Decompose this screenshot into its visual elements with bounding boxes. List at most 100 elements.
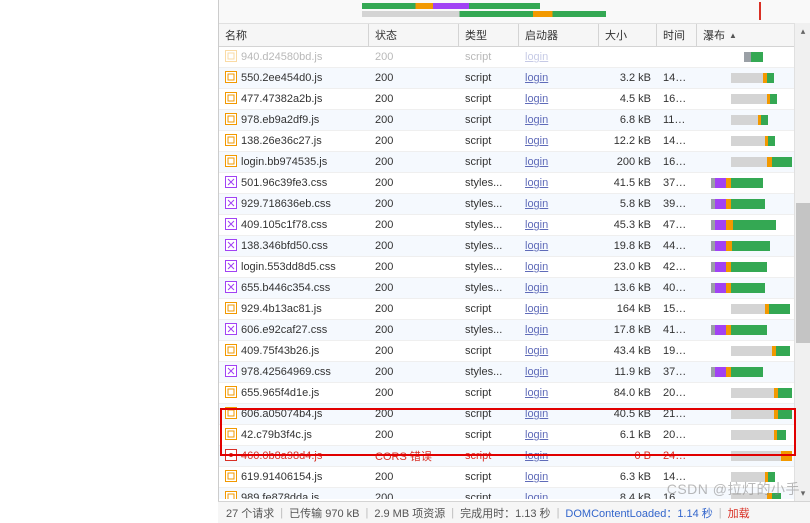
cell-name: 409.75f43b26.js: [219, 344, 369, 359]
table-row[interactable]: 409.75f43b26.js 200 script login 43.4 kB…: [219, 341, 810, 362]
table-row[interactable]: 655.b446c354.css 200 styles... login 13.…: [219, 278, 810, 299]
header-size[interactable]: 大小: [599, 24, 657, 46]
cell-status: 200: [369, 345, 459, 357]
table-row[interactable]: 550.2ee454d0.js 200 script login 3.2 kB …: [219, 68, 810, 89]
status-transferred: 已传输 970 kB: [289, 505, 359, 521]
cell-status: 200: [369, 324, 459, 336]
table-row[interactable]: 989.fe878dda.js 200 script login 8.4 kB …: [219, 488, 810, 499]
stylesheet-icon: [225, 281, 237, 296]
header-time[interactable]: 时间: [657, 24, 697, 46]
cell-size: 4.5 kB: [599, 93, 657, 105]
cell-initiator[interactable]: login: [519, 114, 599, 126]
table-row[interactable]: 138.346bfd50.css 200 styles... login 19.…: [219, 236, 810, 257]
cell-type: styles...: [459, 219, 519, 231]
table-row[interactable]: 501.96c39fe3.css 200 styles... login 41.…: [219, 173, 810, 194]
table-row[interactable]: 929.718636eb.css 200 styles... login 5.8…: [219, 194, 810, 215]
header-name[interactable]: 名称: [219, 24, 369, 46]
table-row[interactable]: login.bb974535.js 200 script login 200 k…: [219, 152, 810, 173]
cell-initiator[interactable]: login: [519, 261, 599, 273]
cell-initiator[interactable]: login: [519, 93, 599, 105]
cell-name: 619.91406154.js: [219, 470, 369, 485]
cell-initiator[interactable]: login: [519, 387, 599, 399]
header-type[interactable]: 类型: [459, 24, 519, 46]
file-name: 929.4b13ac81.js: [241, 303, 322, 315]
cell-time: 379 ...: [657, 177, 697, 189]
cell-type: styles...: [459, 177, 519, 189]
cell-size: 84.0 kB: [599, 387, 657, 399]
cell-initiator[interactable]: login: [519, 366, 599, 378]
table-row[interactable]: 655.965f4d1e.js 200 script login 84.0 kB…: [219, 383, 810, 404]
cell-size: 3.2 kB: [599, 72, 657, 84]
cell-status: 200: [369, 114, 459, 126]
table-row[interactable]: 606.e92caf27.css 200 styles... login 17.…: [219, 320, 810, 341]
file-name: 477.47382a2b.js: [241, 93, 322, 105]
script-icon: [225, 407, 237, 422]
cell-time: 213 ...: [657, 408, 697, 420]
cell-name: 989.fe878dda.js: [219, 491, 369, 500]
cell-initiator[interactable]: login: [519, 450, 599, 462]
cell-time: 421 ...: [657, 261, 697, 273]
cell-time: 193 ...: [657, 345, 697, 357]
cell-initiator[interactable]: login: [519, 345, 599, 357]
cell-type: script: [459, 156, 519, 168]
table-row[interactable]: 42.c79b3f4c.js 200 script login 6.1 kB 2…: [219, 425, 810, 446]
cell-type: styles...: [459, 282, 519, 294]
file-name: 978.42564969.css: [241, 366, 331, 378]
cell-size: 12.2 kB: [599, 135, 657, 147]
cell-initiator[interactable]: login: [519, 492, 599, 499]
file-name: 929.718636eb.css: [241, 198, 331, 210]
cell-initiator[interactable]: login: [519, 408, 599, 420]
cell-initiator[interactable]: login: [519, 156, 599, 168]
cell-initiator[interactable]: login: [519, 177, 599, 189]
timeline-overview[interactable]: [219, 0, 810, 24]
cell-initiator[interactable]: login: [519, 471, 599, 483]
table-row[interactable]: 978.42564969.css 200 styles... login 11.…: [219, 362, 810, 383]
table-row[interactable]: 460.0b8a98d4.js CORS 错误 script login 0 B…: [219, 446, 810, 467]
cell-initiator[interactable]: login: [519, 219, 599, 231]
cell-initiator[interactable]: login: [519, 135, 599, 147]
cell-type: script: [459, 387, 519, 399]
table-row[interactable]: 619.91406154.js 200 script login 6.3 kB …: [219, 467, 810, 488]
table-row[interactable]: 409.105c1f78.css 200 styles... login 45.…: [219, 215, 810, 236]
scroll-down-icon[interactable]: ▾: [795, 485, 810, 501]
table-row[interactable]: 929.4b13ac81.js 200 script login 164 kB …: [219, 299, 810, 320]
script-icon: [225, 71, 237, 86]
cell-time: 400 ...: [657, 282, 697, 294]
cell-size: 8.4 kB: [599, 492, 657, 499]
vertical-scrollbar[interactable]: ▴ ▾: [794, 23, 810, 501]
cell-initiator[interactable]: login: [519, 240, 599, 252]
cell-status: 200: [369, 429, 459, 441]
table-row[interactable]: 138.26e36c27.js 200 script login 12.2 kB…: [219, 131, 810, 152]
network-panel: 名称 状态 类型 启动器 大小 时间 瀑布▲ 940.d24580bd.js 2…: [218, 0, 810, 523]
cell-initiator[interactable]: login: [519, 72, 599, 84]
cell-initiator[interactable]: login: [519, 429, 599, 441]
header-status[interactable]: 状态: [369, 24, 459, 46]
table-row[interactable]: 477.47382a2b.js 200 script login 4.5 kB …: [219, 89, 810, 110]
cell-size: 6.1 kB: [599, 429, 657, 441]
cell-initiator[interactable]: login: [519, 282, 599, 294]
cell-status: 200: [369, 219, 459, 231]
cell-initiator[interactable]: login: [519, 198, 599, 210]
cell-name: 477.47382a2b.js: [219, 92, 369, 107]
cell-time: 476 ...: [657, 219, 697, 231]
cell-type: script: [459, 429, 519, 441]
cell-initiator[interactable]: login: [519, 303, 599, 315]
cell-status: 200: [369, 387, 459, 399]
cell-status: 200: [369, 177, 459, 189]
cell-name: 655.b446c354.css: [219, 281, 369, 296]
table-row[interactable]: 978.eb9a2df9.js 200 script login 6.8 kB …: [219, 110, 810, 131]
cell-initiator[interactable]: login: [519, 324, 599, 336]
cell-name: 940.d24580bd.js: [219, 50, 369, 65]
scrollbar-thumb[interactable]: [796, 203, 810, 343]
cell-type: styles...: [459, 366, 519, 378]
table-row[interactable]: 606.a05074b4.js 200 script login 40.5 kB…: [219, 404, 810, 425]
cell-initiator[interactable]: login: [519, 51, 599, 63]
cell-size: 6.3 kB: [599, 471, 657, 483]
table-row[interactable]: login.553dd8d5.css 200 styles... login 2…: [219, 257, 810, 278]
table-header: 名称 状态 类型 启动器 大小 时间 瀑布▲: [219, 24, 810, 47]
scroll-up-icon[interactable]: ▴: [795, 23, 810, 39]
request-rows: 940.d24580bd.js 200 script login 550.2ee…: [219, 47, 810, 499]
cell-status: CORS 错误: [369, 448, 459, 464]
header-initiator[interactable]: 启动器: [519, 24, 599, 46]
table-row[interactable]: 940.d24580bd.js 200 script login: [219, 47, 810, 68]
